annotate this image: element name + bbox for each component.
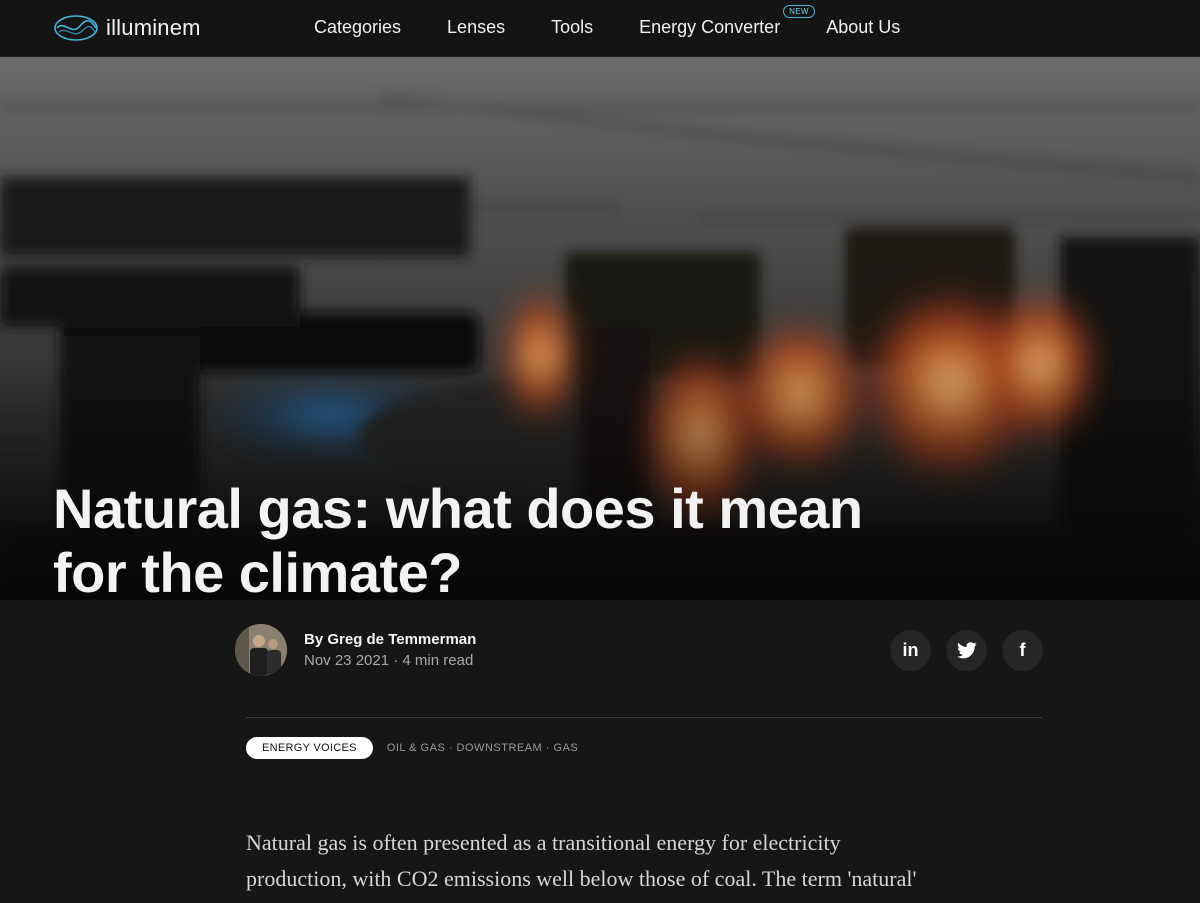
meta-divider: [246, 717, 1042, 718]
site-logo[interactable]: illuminem: [52, 12, 201, 44]
article-title: Natural gas: what does it mean for the c…: [53, 477, 1053, 600]
linkedin-share-button[interactable]: in: [890, 630, 931, 671]
logo-wave-icon: [54, 15, 98, 41]
facebook-share-button[interactable]: f: [1002, 630, 1043, 671]
twitter-share-button[interactable]: [946, 630, 987, 671]
share-buttons: in f: [890, 630, 1043, 671]
tag-row: ENERGY VOICES OIL & GAS · DOWNSTREAM · G…: [246, 737, 578, 759]
nav-item-energy-converter-label: Energy Converter: [639, 17, 781, 37]
article-meta: Nov 23 2021 · 4 min read: [304, 652, 476, 669]
nav-item-categories[interactable]: Categories: [314, 17, 401, 38]
twitter-icon: [956, 642, 977, 659]
nav-item-tools[interactable]: Tools: [551, 17, 593, 38]
primary-tag-pill[interactable]: ENERGY VOICES: [246, 737, 373, 759]
hero-image: Natural gas: what does it mean for the c…: [0, 57, 1200, 600]
body-line-1: Natural gas is often presented as a tran…: [246, 830, 841, 855]
read-time: 4 min read: [402, 652, 474, 669]
author-photo: [235, 624, 287, 676]
author-avatar[interactable]: [235, 624, 287, 676]
tag-list[interactable]: OIL & GAS · DOWNSTREAM · GAS: [387, 742, 578, 754]
article-body: Natural gas is often presented as a tran…: [246, 825, 1046, 897]
logo-text: illuminem: [106, 15, 201, 40]
article-title-line-1: Natural gas: what does it mean: [53, 477, 863, 540]
author-name[interactable]: By Greg de Temmerman: [304, 631, 476, 648]
linkedin-icon: in: [902, 640, 919, 660]
top-nav: illuminem Categories Lenses Tools Energy…: [0, 0, 1200, 57]
facebook-icon: f: [1019, 640, 1026, 660]
nav-item-energy-converter[interactable]: Energy Converter NEW: [639, 5, 815, 38]
nav-menu: Categories Lenses Tools Energy Converter…: [314, 5, 900, 38]
publish-date: Nov 23 2021: [304, 652, 390, 669]
body-line-2: production, with CO2 emissions well belo…: [246, 866, 917, 891]
author-info: By Greg de Temmerman Nov 23 2021 · 4 min…: [304, 631, 476, 669]
nav-item-lenses[interactable]: Lenses: [447, 17, 505, 38]
nav-item-about-us[interactable]: About Us: [826, 17, 900, 38]
new-badge: NEW: [783, 5, 815, 18]
article-title-line-2: for the climate?: [53, 541, 462, 600]
author-block: By Greg de Temmerman Nov 23 2021 · 4 min…: [235, 624, 476, 676]
